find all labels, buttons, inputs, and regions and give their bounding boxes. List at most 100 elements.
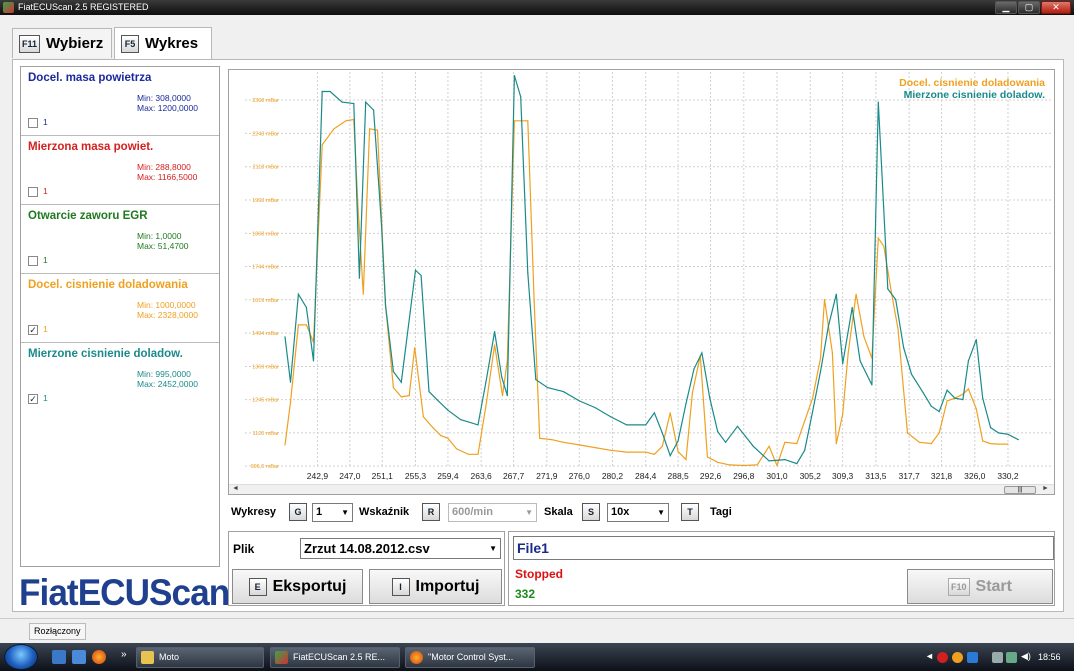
file-select[interactable]: Zrzut 14.08.2012.csv ▼ [300,538,501,559]
wykresy-value: 1 [316,506,323,518]
data-point [506,395,508,397]
wykresy-key: G [289,503,307,521]
sensor-min: Min: 1000,0000 [137,300,196,310]
data-point [910,373,913,375]
data-point [365,101,367,103]
connection-status: Rozłączony [29,623,86,640]
data-point [823,298,826,301]
data-point [855,293,857,295]
bluetooth-icon[interactable] [967,652,978,663]
data-point [653,453,655,455]
tab-key-f5: F5 [121,34,139,53]
tab-label: Wybierz [46,35,104,52]
sensor-checkbox[interactable]: ✓ [28,394,38,404]
tagi-label[interactable]: Tagi [710,506,732,518]
data-point [447,437,449,439]
x-tick-label: 301,0 [766,471,788,481]
data-point [578,400,580,402]
x-tick-label: 321,8 [931,471,953,481]
tab-key-f11: F11 [19,34,41,53]
taskbar-item-fiatecuscan[interactable]: FiatECUScan 2.5 RE... [270,647,400,668]
y-tick-label: 1245 mBar [252,398,279,404]
sensor-value: 1 [43,117,48,127]
data-point [863,336,865,338]
firefox-icon[interactable] [92,650,106,664]
sensor-name: Docel. cisnienie doladowania [28,279,188,291]
data-point [1007,443,1009,445]
sensor-list: Docel. masa powietrza Min: 308,0000 Max: 1… [20,66,220,567]
scroll-thumb[interactable]: ||| [1004,486,1036,494]
file-select-value: Zrzut 14.08.2012.csv [304,541,430,556]
file-name-field[interactable]: File1 [513,536,1054,560]
data-point [456,448,458,450]
data-point [812,397,814,399]
x-tick-label: 313,5 [865,471,887,481]
status-panel: File1 Stopped 332 F10 Start [508,531,1055,606]
quicklaunch-more-icon[interactable]: » [121,649,127,660]
scroll-right-icon[interactable]: ► [1042,485,1049,492]
data-point [312,360,315,362]
tab-wybierz[interactable]: F11 Wybierz [12,28,112,58]
data-point [851,306,853,309]
volume-icon[interactable]: ◀) [1021,651,1031,662]
data-point [460,419,462,421]
data-point [768,445,770,447]
data-point [610,416,612,418]
show-desktop-icon[interactable] [52,650,66,664]
tray-expand-icon[interactable]: ◄ [925,651,934,661]
data-point [982,440,984,442]
power-icon[interactable] [1006,652,1017,663]
data-point [962,399,964,401]
minimize-icon[interactable]: ▁ [995,1,1017,14]
taskbar-item-firefox[interactable]: "Motor Control Syst... [405,647,535,668]
tagi-key[interactable]: T [681,503,699,521]
y-tick-label: 1744 mBar [252,264,279,270]
folder-icon [141,651,154,664]
network-icon[interactable] [992,652,1003,663]
sensor-checkbox[interactable] [28,256,38,266]
data-point [297,293,299,295]
y-tick-label: 1494 mBar [252,331,279,337]
update-icon[interactable] [952,652,963,663]
sensor-checkbox[interactable] [28,187,38,197]
data-point [358,277,360,279]
chart-horizontal-scrollbar[interactable]: ◄ ||| ► [229,484,1054,494]
tab-label: Wykres [145,35,199,52]
x-tick-label: 267,7 [503,471,525,481]
data-point [691,392,693,394]
wskaznik-select[interactable]: 600/min ▼ [448,503,537,522]
wskaznik-label: Wskaźnik [359,506,410,518]
maximize-icon[interactable]: ▢ [1018,1,1040,14]
scroll-left-icon[interactable]: ◄ [232,485,239,492]
data-point [967,360,970,362]
x-tick-label: 255,3 [405,471,427,481]
antivirus-icon[interactable] [937,652,948,663]
windows-start-icon[interactable] [4,644,38,670]
sensor-checkbox[interactable] [28,118,38,128]
tab-wykres[interactable]: F5 Wykres [114,27,212,59]
data-point [685,403,687,405]
sensor-max: Max: 51,4700 [137,241,189,251]
data-point [333,128,335,130]
close-icon[interactable]: ✕ [1041,1,1071,14]
y-tick-label: 996,0 mBar [251,464,280,470]
data-point [384,304,387,306]
status-bar: Rozłączony [0,618,1074,643]
y-tick-label: 1619 mBar [252,298,279,304]
data-point [436,399,438,401]
start-button[interactable]: F10 Start [907,569,1053,604]
switch-windows-icon[interactable] [72,650,86,664]
data-point [477,424,479,426]
sensor-checkbox[interactable]: ✓ [28,325,38,335]
export-button[interactable]: E Eksportuj [232,569,363,604]
chart-panel[interactable]: 242,9 247,0 251,1 255,3 259,4 263,6 267,7 271,9… [228,69,1055,495]
x-tick-label: 259,4 [437,471,459,481]
line-chart: 242,9 247,0 251,1 255,3 259,4 263,6 267,7 271,9… [245,72,1052,481]
data-point [513,74,515,77]
import-button[interactable]: I Importuj [369,569,502,604]
skala-select[interactable]: 10x ▼ [607,503,669,522]
wykresy-select[interactable]: 1 ▼ [312,503,353,522]
import-key: I [391,577,410,596]
window-title-bar: FiatECUScan 2.5 REGISTERED ▁ ▢ ✕ [0,0,1074,15]
taskbar-item-moto[interactable]: Moto [136,647,264,668]
